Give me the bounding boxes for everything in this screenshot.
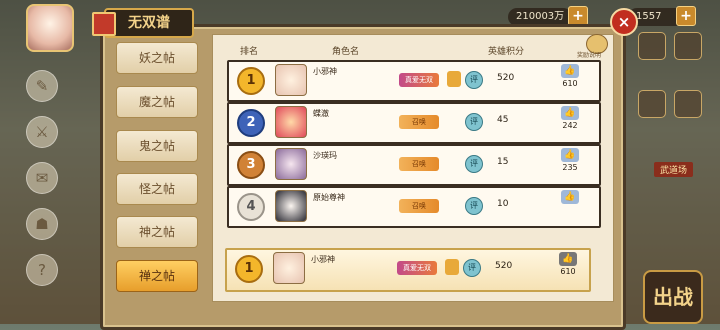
score-value: 15 — [497, 157, 509, 167]
thumbs-up-icon: 👍 — [561, 106, 579, 120]
character-name: 小邪神 — [313, 67, 337, 76]
panel-title: 无双谱 — [92, 8, 194, 38]
gem-icon — [445, 259, 459, 275]
close-button[interactable]: × — [610, 8, 638, 36]
like-count: 610 — [560, 267, 576, 276]
title-badge: 召唤 — [399, 157, 439, 171]
like-button[interactable]: 👍 235 — [559, 148, 581, 176]
title-badge: 真爱无双 — [399, 73, 439, 87]
character-name: 蝶澈 — [313, 109, 329, 118]
thumbs-up-icon: 👍 — [559, 252, 577, 266]
rank-icon[interactable] — [638, 90, 666, 118]
shop-icon[interactable] — [674, 32, 702, 60]
title-badge: 召唤 — [399, 115, 439, 129]
character-name: 原始尊神 — [313, 193, 345, 202]
score-value: 45 — [497, 115, 509, 125]
title-badge: 真爱无双 — [397, 261, 437, 275]
player-avatar[interactable] — [26, 4, 74, 52]
character-portrait — [275, 106, 307, 138]
my-like-button[interactable]: 👍 610 — [557, 252, 579, 280]
wudao-label[interactable]: 武道场 — [654, 162, 694, 177]
rank-medal-bronze: 3 — [237, 151, 265, 179]
character-name: 沙瑛玛 — [313, 151, 337, 160]
rank-row[interactable]: 3 沙瑛玛 召唤 评 15 👍 235 — [227, 144, 601, 186]
tab-chan[interactable]: 禅之帖 — [116, 260, 198, 292]
score-icon: 评 — [465, 113, 483, 131]
character-portrait — [275, 148, 307, 180]
rank-medal-silver: 2 — [237, 109, 265, 137]
score-icon: 评 — [465, 197, 483, 215]
score-value: 10 — [497, 199, 509, 209]
add-gold-button[interactable]: + — [568, 6, 588, 26]
like-button[interactable]: 👍 610 — [559, 64, 581, 92]
gift-icon[interactable] — [674, 90, 702, 118]
rank-row[interactable]: 1 小邪神 真爱无双 评 520 👍 610 — [227, 60, 601, 102]
thumbs-up-icon: 👍 — [561, 148, 579, 162]
sword-icon[interactable]: ⚔ — [26, 116, 58, 148]
mail-icon[interactable]: ✉ — [26, 162, 58, 194]
currency-gold-value: 210003万 — [516, 11, 565, 22]
column-name: 角色名 — [332, 47, 360, 57]
like-count: 242 — [562, 121, 578, 130]
like-count: 235 — [562, 163, 578, 172]
score-icon: 评 — [463, 259, 481, 277]
rank-row[interactable]: 2 蝶澈 召唤 评 45 👍 242 — [227, 102, 601, 144]
rank-number: 4 — [237, 193, 265, 221]
my-name: 小邪神 — [311, 255, 335, 264]
title-badge: 召唤 — [399, 199, 439, 213]
character-portrait — [275, 64, 307, 96]
bag-icon[interactable]: ☗ — [26, 208, 58, 240]
score-icon: 评 — [465, 71, 483, 89]
battle-button[interactable]: 出战 — [643, 270, 703, 324]
rank-medal-gold: 1 — [235, 255, 263, 283]
score-value: 520 — [497, 73, 515, 83]
trophy-label: 奖励说明 — [577, 52, 602, 59]
thumbs-up-icon: 👍 — [561, 64, 579, 78]
event-icon[interactable] — [638, 32, 666, 60]
tab-gui[interactable]: 鬼之帖 — [116, 130, 198, 162]
tab-guai[interactable]: 怪之帖 — [116, 173, 198, 205]
my-rank-row: 1 小邪神 真爱无双 评 520 👍 610 — [225, 248, 591, 292]
like-count: 610 — [562, 79, 578, 88]
character-portrait — [275, 190, 307, 222]
scroll-icon[interactable]: ✎ — [26, 70, 58, 102]
tab-shen[interactable]: 神之帖 — [116, 216, 198, 248]
currency-gem-value: 1557 — [636, 11, 662, 22]
add-gem-button[interactable]: + — [676, 6, 696, 26]
thumbs-up-icon: 👍 — [561, 190, 579, 204]
left-menu: ✎ ⚔ ✉ ☗ ? — [22, 70, 62, 300]
tab-yao[interactable]: 妖之帖 — [116, 42, 198, 74]
my-portrait — [273, 252, 305, 284]
like-button[interactable]: 👍 242 — [559, 106, 581, 134]
column-rank: 排名 — [240, 47, 259, 57]
rank-medal-gold: 1 — [237, 67, 265, 95]
tab-mo[interactable]: 魔之帖 — [116, 86, 198, 118]
gem-icon — [447, 71, 461, 87]
column-score: 英雄积分 — [488, 47, 525, 57]
like-button[interactable]: 👍 — [559, 190, 581, 218]
help-icon[interactable]: ? — [26, 254, 58, 286]
my-score: 520 — [495, 261, 513, 271]
score-icon: 评 — [465, 155, 483, 173]
rank-row[interactable]: 4 原始尊神 召唤 评 10 👍 — [227, 186, 601, 228]
